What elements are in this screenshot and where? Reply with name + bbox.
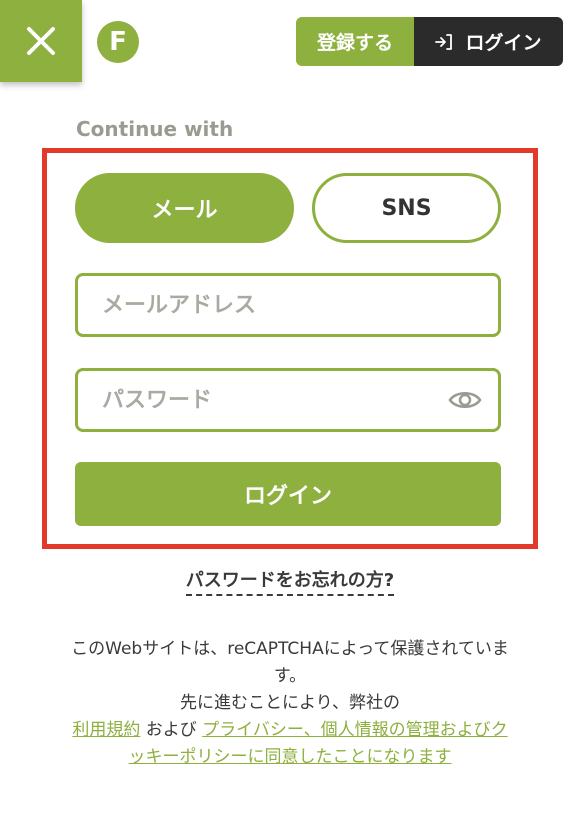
forgot-password-link[interactable]: パスワードをお忘れの方? bbox=[185, 570, 395, 596]
header-login-button[interactable]: ログイン bbox=[414, 17, 563, 66]
logo-letter: F bbox=[109, 27, 127, 57]
and-text: および bbox=[140, 720, 203, 740]
login-page: F 登録する ログイン Continue with メール SNS ログイン bbox=[0, 0, 580, 822]
email-field bbox=[75, 273, 501, 337]
register-label: 登録する bbox=[316, 32, 393, 54]
tab-mail-label: メール bbox=[151, 198, 218, 223]
login-arrow-icon bbox=[435, 33, 453, 50]
tab-sns-label: SNS bbox=[381, 195, 432, 221]
policy-links: 利用規約 および プライバシー、個人情報の管理およびクッキーポリシーに同意したこ… bbox=[70, 717, 510, 771]
login-submit-label: ログイン bbox=[243, 484, 332, 509]
tab-mail[interactable]: メール bbox=[75, 173, 294, 243]
consent-line: 先に進むことにより、弊社の bbox=[180, 693, 400, 713]
header-login-label: ログイン bbox=[465, 32, 542, 54]
email-input[interactable] bbox=[78, 276, 498, 334]
brand-logo[interactable]: F bbox=[97, 21, 139, 63]
close-button[interactable] bbox=[0, 0, 82, 82]
recaptcha-notice: このWebサイトは、reCAPTCHAによって保護されています。 先に進むことに… bbox=[70, 636, 510, 771]
recaptcha-line: このWebサイトは、reCAPTCHAによって保護されています。 bbox=[71, 639, 509, 686]
continue-with-heading: Continue with bbox=[76, 117, 234, 141]
login-submit-button[interactable]: ログイン bbox=[75, 462, 501, 526]
tab-sns[interactable]: SNS bbox=[312, 173, 501, 243]
header-actions: 登録する ログイン bbox=[296, 17, 563, 66]
show-password-icon[interactable] bbox=[448, 388, 482, 412]
password-field bbox=[75, 368, 501, 432]
close-icon bbox=[27, 27, 55, 55]
register-button[interactable]: 登録する bbox=[296, 17, 414, 66]
terms-link[interactable]: 利用規約 bbox=[72, 720, 140, 740]
forgot-password-row: パスワードをお忘れの方? bbox=[0, 566, 580, 596]
password-input[interactable] bbox=[78, 371, 498, 429]
